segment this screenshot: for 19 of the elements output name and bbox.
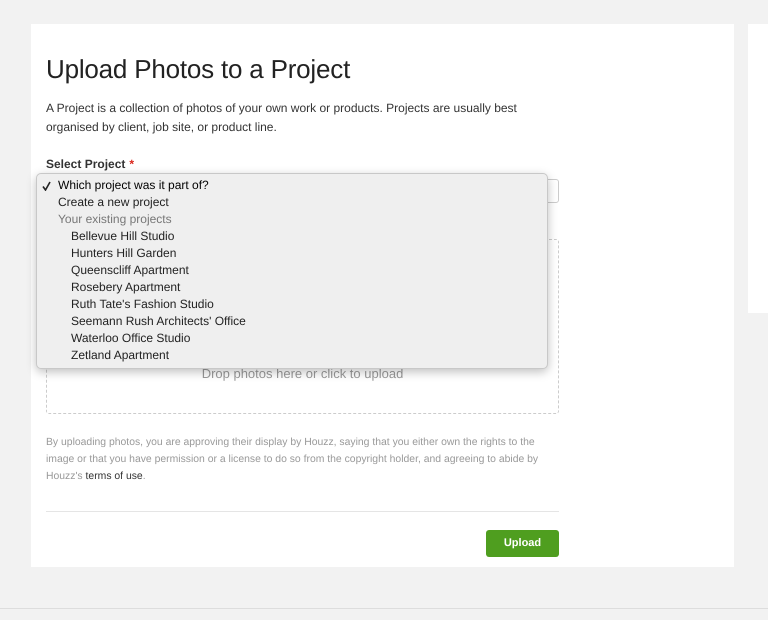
terms-link[interactable]: terms of use xyxy=(86,471,143,482)
drop-zone-text: Drop photos here or click to upload xyxy=(202,364,404,383)
dropdown-option[interactable]: Queenscliff Apartment xyxy=(37,262,189,279)
dropdown-option[interactable]: Waterloo Office Studio xyxy=(37,330,190,347)
page-title: Upload Photos to a Project xyxy=(46,54,352,86)
required-mark: * xyxy=(129,157,134,172)
dropdown-option[interactable]: Ruth Tate's Fashion Studio xyxy=(37,296,214,313)
group-header: Your existing projects xyxy=(58,212,172,226)
dropdown-option[interactable]: Create a new project xyxy=(37,194,169,211)
dropdown-option[interactable]: Rosebery Apartment xyxy=(37,279,180,296)
dropdown-option[interactable]: Seemann Rush Architects' Office xyxy=(37,313,246,330)
dropdown-option[interactable]: Zetland Apartment xyxy=(37,347,170,364)
disclaimer-text: By uploading photos, you are approving their display by Houzz, saying that you either own the rights to the image or that you have permission or a license to do so from the copyright holder, and agreeing to abide by Houzz's terms of use. xyxy=(46,436,540,484)
intro-text: A Project is a collection of photos of your own work or products. Projects are usually best organised by client, job site, or product line. xyxy=(46,100,518,136)
dropdown-option[interactable]: Bellevue Hill Studio xyxy=(37,228,174,245)
dropdown-option[interactable]: Which project was it part of? xyxy=(37,177,209,194)
dropdown-option[interactable]: Hunters Hill Garden xyxy=(37,245,176,262)
checkmark-icon xyxy=(42,181,51,191)
field-label: Select Project xyxy=(46,157,126,172)
